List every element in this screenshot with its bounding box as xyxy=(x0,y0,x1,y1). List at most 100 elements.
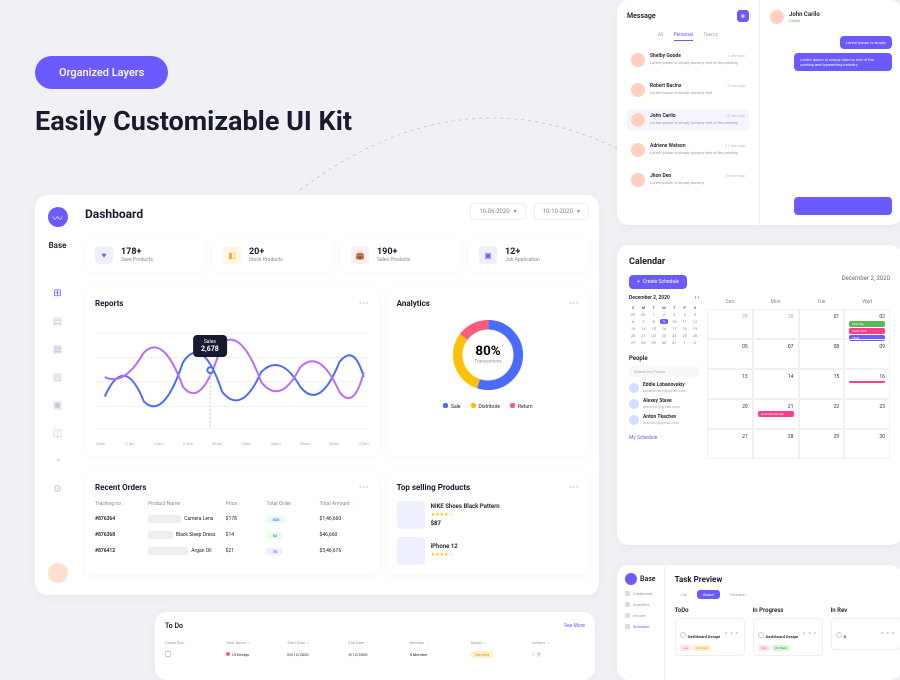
message-item[interactable]: Jhon Deo29 min agoLorem ipsum is simply … xyxy=(627,169,749,191)
message-item[interactable]: Adriene Watson21 min agoLorem ipsum is s… xyxy=(627,139,749,161)
mini-cal-date[interactable]: 26 xyxy=(691,333,699,338)
mini-cal-date[interactable]: 9 xyxy=(660,319,668,324)
message-item[interactable]: John Carilo15 min agoLorem ipsum is simp… xyxy=(627,109,749,131)
mini-cal-date[interactable]: 13 xyxy=(629,326,637,331)
calendar-cell[interactable]: 22 xyxy=(799,399,845,429)
calendar-cell[interactable]: 16 xyxy=(844,369,890,399)
mini-cal-date[interactable]: 21 xyxy=(639,333,647,338)
mini-cal-date[interactable]: 27 xyxy=(629,340,637,345)
mini-cal-date[interactable]: 2 xyxy=(691,340,699,345)
task-nav-item[interactable]: Dashboard xyxy=(625,591,656,596)
mini-cal-date[interactable]: 31 xyxy=(670,340,678,345)
people-item[interactable]: Eddie Lobanovskiylobanovskiy@gmail.com xyxy=(629,382,699,393)
table-row[interactable]: #876368Black Sleep Dress$1453$46,660 xyxy=(95,531,369,539)
mini-cal-date[interactable]: 12 xyxy=(691,319,699,324)
mini-cal-date[interactable]: 20 xyxy=(629,333,637,338)
people-search-input[interactable]: Search for People xyxy=(629,366,699,377)
calendar-cell[interactable]: 30 xyxy=(753,309,799,339)
calendar-cell[interactable]: 05 xyxy=(707,339,753,369)
calendar-cell[interactable]: 13 xyxy=(707,369,753,399)
more-icon[interactable]: ⋯ xyxy=(569,482,579,493)
mini-cal-date[interactable]: 16 xyxy=(660,326,668,331)
task-tab[interactable]: Board xyxy=(697,590,720,599)
calendar-cell[interactable]: 07 xyxy=(753,339,799,369)
product-item[interactable]: iPhone 12★★★★☆ xyxy=(397,537,579,565)
message-tab[interactable]: Personal xyxy=(674,32,694,41)
product-item[interactable]: NIKE Shoes Black Pattern★★★★☆$87 xyxy=(397,501,579,529)
mini-cal-date[interactable]: 6 xyxy=(629,319,637,324)
calendar-cell[interactable]: 29 xyxy=(799,429,845,459)
mini-cal-date[interactable]: 17 xyxy=(670,326,678,331)
mini-cal-date[interactable]: 1 xyxy=(650,312,658,317)
mini-cal-date[interactable]: 22 xyxy=(650,333,658,338)
mini-cal-date[interactable]: 8 xyxy=(650,319,658,324)
date-from-picker[interactable]: 10-06-2020▾ xyxy=(470,203,525,220)
nav-dashboard-icon[interactable]: ⊞ xyxy=(51,286,65,300)
task-card[interactable]: D⋯ xyxy=(831,618,900,650)
mini-cal-date[interactable]: 1 xyxy=(680,340,688,345)
mini-cal-date[interactable]: 19 xyxy=(691,326,699,331)
mini-cal-date[interactable]: 2 xyxy=(660,312,668,317)
task-card[interactable]: Dashboard Design⋯HighOn Track xyxy=(753,618,823,656)
mini-cal-date[interactable]: 14 xyxy=(639,326,647,331)
nav-invoice-icon[interactable]: ▦ xyxy=(51,342,65,356)
calendar-cell[interactable]: 30 xyxy=(844,429,890,459)
calendar-cell[interactable]: 28 xyxy=(753,429,799,459)
chat-input-bar[interactable] xyxy=(794,197,892,215)
task-tab[interactable]: List xyxy=(675,590,694,599)
calendar-cell[interactable]: 21Invited by Noman xyxy=(753,399,799,429)
calendar-cell[interactable]: 20 xyxy=(707,399,753,429)
actions-cell[interactable]: ✎ 🗑 xyxy=(532,652,585,657)
calendar-cell[interactable]: 15 xyxy=(799,369,845,399)
calendar-cell[interactable]: 08 xyxy=(799,339,845,369)
mini-cal-date[interactable]: 23 xyxy=(660,333,668,338)
nav-schedule-icon[interactable]: ▥ xyxy=(51,370,65,384)
people-item[interactable]: Anton Tkachevtkachev@gmail.com xyxy=(629,414,699,425)
message-tab[interactable]: Teams xyxy=(703,32,718,41)
mini-cal-date[interactable]: 24 xyxy=(670,333,678,338)
calendar-cell[interactable]: 27 xyxy=(707,429,753,459)
people-item[interactable]: Alexey Stavealexeyst@gmail.com xyxy=(629,398,699,409)
mini-cal-date[interactable]: 29 xyxy=(650,340,658,345)
calendar-cell[interactable]: 14 xyxy=(753,369,799,399)
mini-cal-date[interactable]: 15 xyxy=(650,326,658,331)
nav-notification-icon[interactable]: ◔ xyxy=(51,454,65,468)
message-tab[interactable]: All xyxy=(658,32,664,41)
mini-cal-date[interactable]: 29 xyxy=(629,312,637,317)
calendar-cell[interactable]: 23 xyxy=(844,399,890,429)
nav-settings-icon[interactable]: ⚙ xyxy=(51,482,65,496)
message-item[interactable]: Robert Bacins9 min agoLorem ipsum is sim… xyxy=(627,79,749,101)
nav-messages-icon[interactable]: ◫ xyxy=(51,426,65,440)
mini-cal-date[interactable]: 5 xyxy=(691,312,699,317)
table-row[interactable]: #876364Camera Lens$178325$1,46,660 xyxy=(95,515,369,523)
user-avatar[interactable] xyxy=(48,563,68,583)
see-more-link[interactable]: See More xyxy=(564,623,585,629)
task-nav-item[interactable]: Schedule xyxy=(625,624,656,629)
calendar-cell[interactable]: 02First DayParty TimeMore xyxy=(844,309,890,339)
mini-cal-date[interactable]: 11 xyxy=(680,319,688,324)
task-card[interactable]: Dashboard Design⋯LowOn Track xyxy=(675,618,745,656)
new-message-button[interactable]: + xyxy=(737,10,749,22)
mini-cal-date[interactable]: 30 xyxy=(660,340,668,345)
more-icon[interactable]: ⋯ xyxy=(569,298,579,309)
mini-cal-date[interactable]: 28 xyxy=(639,340,647,345)
task-tab[interactable]: Timeline xyxy=(724,590,751,599)
my-schedule-link[interactable]: My Schedule xyxy=(629,435,699,441)
message-item[interactable]: Shelby Goode1 min agoLorem ipsum is simp… xyxy=(627,49,749,71)
task-nav-item[interactable]: Analytics xyxy=(625,602,656,607)
create-schedule-button[interactable]: +Create Schedule xyxy=(629,275,687,289)
mini-cal-date[interactable]: 25 xyxy=(680,333,688,338)
mini-cal-date[interactable]: 4 xyxy=(680,312,688,317)
mini-cal-date[interactable]: 18 xyxy=(680,326,688,331)
mini-cal-date[interactable]: 30 xyxy=(639,312,647,317)
task-nav-item[interactable]: Invoice xyxy=(625,613,656,618)
more-icon[interactable]: ⋯ xyxy=(359,482,369,493)
mini-cal-date[interactable]: 7 xyxy=(639,319,647,324)
date-to-picker[interactable]: 10-10-2020▾ xyxy=(534,203,589,220)
todo-checkbox[interactable] xyxy=(165,651,171,657)
nav-analytics-icon[interactable]: ▤ xyxy=(51,314,65,328)
table-row[interactable]: #876412Argan Oil$2178$3,46,676 xyxy=(95,547,369,555)
chevron-nav-icon[interactable]: ‹ › xyxy=(695,295,699,301)
mini-cal-date[interactable]: 3 xyxy=(670,312,678,317)
mini-cal-date[interactable]: 10 xyxy=(670,319,678,324)
